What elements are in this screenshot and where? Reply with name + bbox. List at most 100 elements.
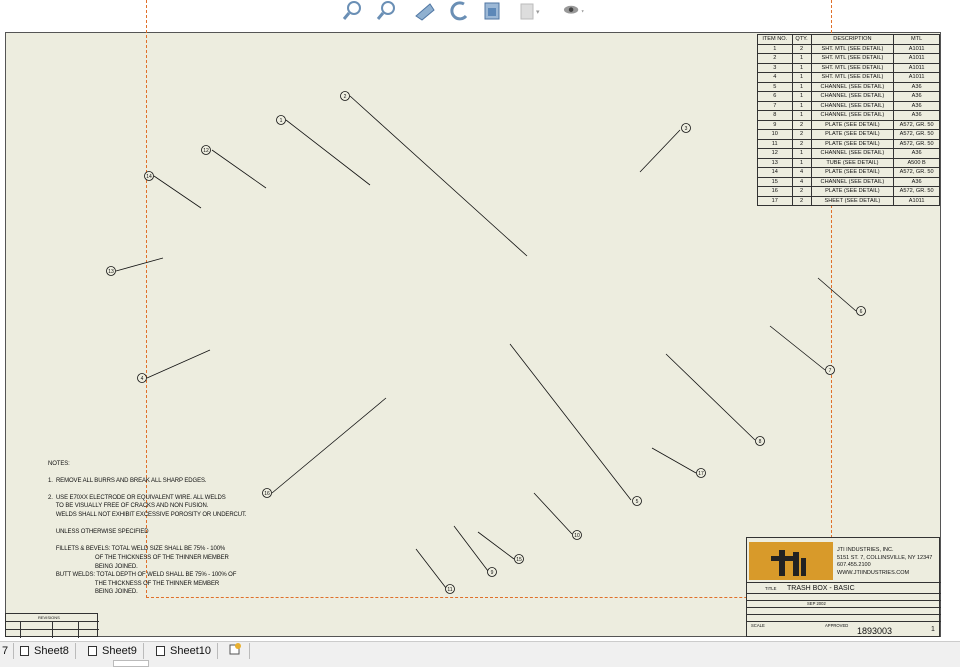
bom-row: 6 1 CHANNEL (SEE DETAIL) A36 (757, 91, 940, 102)
company-line: 5151 ST. 7, COLLINSVILLE, NY 12347 (837, 554, 933, 561)
bom-qty: 1 (791, 62, 812, 73)
drawing-number: 1893003 (857, 626, 893, 636)
bom-row: 3 1 SHT. MTL (SEE DETAIL) A1011 (757, 62, 940, 73)
bom-description: CHANNEL (SEE DETAIL) (810, 110, 895, 121)
sheet-number: 1 (931, 626, 935, 633)
bom-description: CHANNEL (SEE DETAIL) (810, 100, 895, 111)
company-logo (749, 542, 833, 580)
balloon-label: 12 (203, 148, 209, 154)
bom-item-no: 12 (757, 148, 793, 159)
balloon-label: 16 (264, 491, 270, 497)
balloon-label: 15 (516, 557, 522, 563)
bom-description: SHT. MTL (SEE DETAIL) (810, 72, 895, 83)
bom-material: A36 (893, 176, 940, 187)
bom-item-no: 13 (757, 157, 793, 168)
bom-qty: 2 (791, 186, 812, 197)
drawing-notes: NOTES: 1. REMOVE ALL BURRS AND BREAK ALL… (48, 460, 247, 597)
bom-description: SHT. MTL (SEE DETAIL) (810, 43, 895, 54)
bom-description: CHANNEL (SEE DETAIL) (810, 81, 895, 92)
bom-material: A572, GR. 50 (893, 129, 940, 140)
bill-of-materials: ITEM NO. QTY. DESCRIPTION MTL 1 2 SHT. MTL… (757, 34, 940, 206)
bom-qty: 2 (791, 129, 812, 140)
tab-sheet9[interactable]: Sheet9 (84, 643, 144, 659)
tab-sheet10-label: Sheet10 (170, 645, 211, 657)
tab-partial[interactable]: 7 (0, 643, 14, 659)
bom-description: PLATE (SEE DETAIL) (810, 186, 895, 197)
add-sheet-button[interactable] (222, 643, 250, 659)
bom-qty: 1 (791, 110, 812, 121)
bom-qty: 1 (791, 100, 812, 111)
bom-row: 9 2 PLATE (SEE DETAIL) A572, GR. 50 (757, 119, 940, 130)
company-line: WWW.JTIINDUSTRIES.COM (837, 569, 910, 576)
notes-body: 1. REMOVE ALL BURRS AND BREAK ALL SHARP … (48, 477, 247, 597)
bom-qty: 2 (791, 119, 812, 130)
bom-qty: 2 (791, 138, 812, 149)
balloon-label: 17 (698, 471, 704, 477)
approved-label: APPROVED (825, 623, 849, 628)
bom-description: TUBE (SEE DETAIL) (810, 157, 895, 168)
leader-14 (153, 175, 202, 209)
notes-line (48, 485, 247, 494)
bom-header-row: ITEM NO. QTY. DESCRIPTION MTL (757, 34, 940, 45)
tab-sheet8[interactable]: Sheet8 (16, 643, 76, 659)
leader-9 (453, 525, 489, 572)
bom-item-no: 16 (757, 186, 793, 197)
bom-item-no: 2 (757, 53, 793, 64)
bom-item-no: 1 (757, 43, 793, 54)
leader-4 (146, 349, 211, 379)
bom-row: 12 1 CHANNEL (SEE DETAIL) A36 (757, 148, 940, 159)
bom-description: PLATE (SEE DETAIL) (810, 167, 895, 178)
bom-row: 4 1 SHT. MTL (SEE DETAIL) A1011 (757, 72, 940, 83)
bom-header-item: ITEM NO. (757, 34, 793, 45)
balloon-label: 2 (344, 94, 347, 100)
bom-material: A36 (893, 148, 940, 159)
status-field (113, 660, 149, 667)
bom-row: 15 4 CHANNEL (SEE DETAIL) A36 (757, 176, 940, 187)
balloon-label: 7 (829, 368, 832, 374)
leader-11 (415, 548, 447, 589)
balloon-label: 3 (685, 126, 688, 132)
sheet-tab-bar: 7 Sheet8 Sheet9 Sheet10 (0, 641, 960, 660)
bom-qty: 1 (791, 157, 812, 168)
company-line: 607.455.2100 (837, 562, 871, 569)
tab-sheet10[interactable]: Sheet10 (152, 643, 218, 659)
company-info: JTI INDUSTRIES, INC. 5151 ST. 7, COLLINSV… (837, 547, 932, 577)
revision-label: REVISIONS (38, 615, 60, 620)
bom-item-no: 7 (757, 100, 793, 111)
notes-line: UNLESS OTHERWISE SPECIFIED (48, 529, 149, 536)
bom-description: SHEET (SEE DETAIL) (810, 195, 895, 206)
scale-label: SCALE (751, 623, 765, 628)
bom-row: 7 1 CHANNEL (SEE DETAIL) A36 (757, 100, 940, 111)
bom-qty: 2 (791, 195, 812, 206)
notes-line: TO BE VISUALLY FREE OF CRACKS AND NON FU… (48, 503, 209, 510)
bom-material: A572, GR. 50 (893, 119, 940, 130)
bom-material: A36 (893, 91, 940, 102)
bom-material: A572, GR. 50 (893, 167, 940, 178)
bom-qty: 1 (791, 148, 812, 159)
drawing-title: TRASH BOX - BASIC (787, 585, 855, 592)
leader-17 (651, 447, 697, 474)
balloon-label: 10 (574, 533, 580, 539)
bom-item-no: 4 (757, 72, 793, 83)
bom-description: SHT. MTL (SEE DETAIL) (810, 53, 895, 64)
notes-line: BUTT WELDS: TOTAL DEPTH OF WELD SHALL BE… (48, 572, 237, 579)
bom-material: A572, GR. 50 (893, 138, 940, 149)
bom-material: A1011 (893, 53, 940, 64)
leader-12 (211, 149, 267, 189)
bom-description: PLATE (SEE DETAIL) (810, 129, 895, 140)
bom-row: 16 2 PLATE (SEE DETAIL) A572, GR. 50 (757, 186, 940, 197)
bom-description: PLATE (SEE DETAIL) (810, 138, 895, 149)
bom-description: PLATE (SEE DETAIL) (810, 119, 895, 130)
notes-line: THE THICKNESS OF THE THINNER MEMBER (48, 580, 220, 587)
bom-description: CHANNEL (SEE DETAIL) (810, 148, 895, 159)
bom-material: A1011 (893, 195, 940, 206)
status-bar (0, 659, 960, 667)
leader-1 (285, 119, 371, 186)
bom-material: A500 B (893, 157, 940, 168)
bom-description: CHANNEL (SEE DETAIL) (810, 91, 895, 102)
bom-row: 10 2 PLATE (SEE DETAIL) A572, GR. 50 (757, 129, 940, 140)
bom-row: 1 2 SHT. MTL (SEE DETAIL) A1011 (757, 43, 940, 54)
bom-header-qty: QTY. (791, 34, 812, 45)
balloon-label: 11 (447, 587, 452, 593)
bom-row: 14 4 PLATE (SEE DETAIL) A572, GR. 50 (757, 167, 940, 178)
